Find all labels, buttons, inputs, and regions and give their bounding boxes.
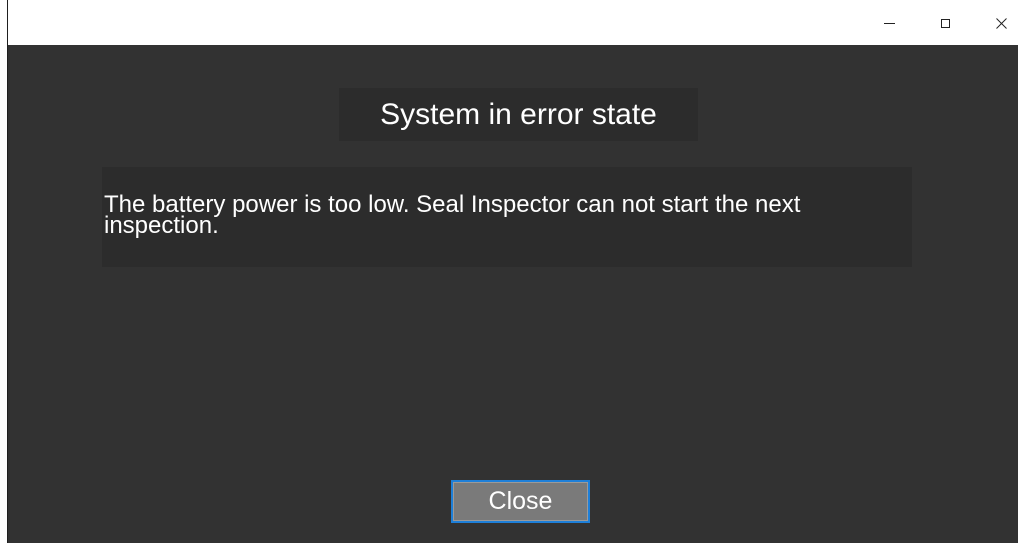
window-close-button[interactable] — [978, 0, 1024, 45]
maximize-button[interactable] — [922, 0, 968, 45]
title-bar[interactable] — [8, 0, 1025, 45]
dialog-content: System in error state The battery power … — [8, 45, 1018, 543]
minimize-button[interactable] — [866, 0, 912, 45]
close-button[interactable]: Close — [451, 480, 590, 523]
error-message: The battery power is too low. Seal Inspe… — [102, 167, 912, 267]
dialog-title: System in error state — [339, 88, 698, 141]
close-icon — [995, 16, 1007, 29]
maximize-icon — [940, 19, 950, 28]
app-window: System in error state The battery power … — [7, 0, 1025, 543]
minimize-icon — [883, 23, 895, 24]
